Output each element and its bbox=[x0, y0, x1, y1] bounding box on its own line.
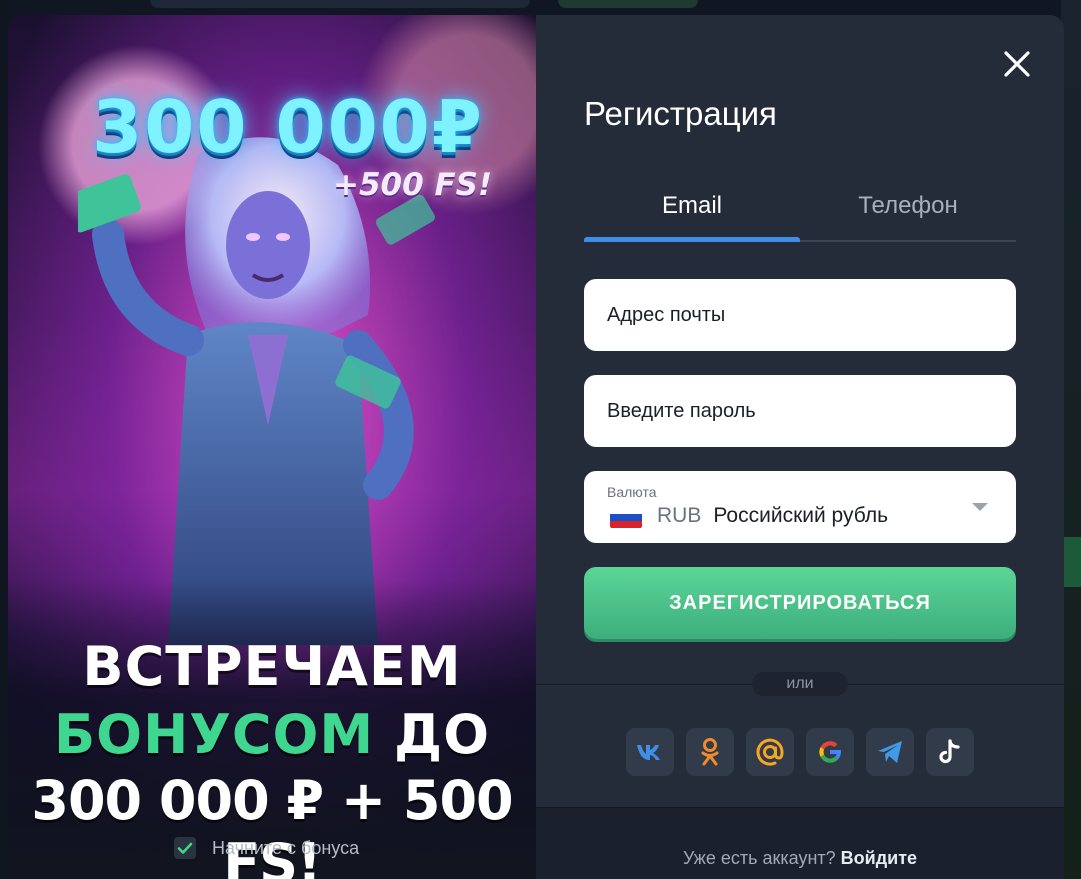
register-button[interactable]: ЗАРЕГИСТРИРОВАТЬСЯ bbox=[584, 567, 1016, 639]
vk-icon bbox=[637, 745, 660, 760]
mail-ru-icon bbox=[756, 738, 784, 766]
promo-headline-bonus-word: БОНУСОМ bbox=[54, 703, 375, 766]
mail-ru-login-button[interactable] bbox=[746, 728, 794, 776]
currency-code: RUB bbox=[657, 504, 702, 527]
promo-free-spins: +500 FS! bbox=[333, 167, 493, 203]
chevron-down-icon bbox=[972, 503, 988, 511]
currency-value: RUB Российский рубль bbox=[610, 504, 888, 528]
promo-banner: 300 000₽ +500 FS! ВСТРЕЧАЕМ БОНУСОМ ДО 3… bbox=[8, 15, 536, 879]
currency-label: Валюта bbox=[607, 484, 657, 500]
russia-flag-icon bbox=[610, 506, 642, 528]
google-login-button[interactable] bbox=[806, 728, 854, 776]
background-header-button bbox=[558, 0, 698, 8]
tab-phone[interactable]: Телефон bbox=[800, 180, 1016, 240]
telegram-login-button[interactable] bbox=[866, 728, 914, 776]
close-button[interactable] bbox=[1002, 49, 1032, 79]
tiktok-login-button[interactable] bbox=[926, 728, 974, 776]
or-separator: или bbox=[752, 672, 848, 696]
promo-amount: 300 000₽ bbox=[92, 85, 484, 169]
promo-headline-line1: ВСТРЕЧАЕМ bbox=[82, 635, 462, 698]
promo-headline-to-word: ДО bbox=[393, 703, 490, 766]
auth-method-tabs: Email Телефон bbox=[584, 180, 1016, 242]
background-green-button bbox=[1063, 537, 1081, 587]
promo-character-illustration bbox=[78, 137, 435, 645]
currency-select[interactable]: Валюта RUB Российский рубль bbox=[584, 471, 1016, 543]
google-icon bbox=[819, 741, 841, 763]
close-icon bbox=[1004, 51, 1030, 77]
promo-headline-line3: 300 000 ₽ + 500 FS! bbox=[31, 769, 513, 879]
checkmark-icon bbox=[177, 842, 193, 854]
registration-modal: 300 000₽ +500 FS! ВСТРЕЧАЕМ БОНУСОМ ДО 3… bbox=[8, 15, 1064, 879]
promo-headline-line2: БОНУСОМ ДО bbox=[8, 703, 536, 766]
password-field[interactable] bbox=[584, 375, 1016, 447]
vk-login-button[interactable] bbox=[626, 728, 674, 776]
login-prompt: Уже есть аккаунт? Войдите bbox=[536, 848, 1064, 869]
background-page-right bbox=[1061, 0, 1081, 879]
tab-email[interactable]: Email bbox=[584, 180, 800, 242]
background-header-bar bbox=[150, 0, 530, 8]
tiktok-icon bbox=[939, 739, 960, 764]
login-footer: Уже есть аккаунт? Войдите bbox=[536, 807, 1064, 879]
email-field-wrapper bbox=[584, 279, 1016, 351]
login-question: Уже есть аккаунт? bbox=[682, 848, 836, 868]
odnoklassniki-login-button[interactable] bbox=[686, 728, 734, 776]
odnoklassniki-icon bbox=[701, 738, 719, 766]
bonus-checkbox-row[interactable]: Начните с бонуса bbox=[174, 837, 359, 859]
currency-name: Российский рубль bbox=[713, 504, 889, 527]
email-field[interactable] bbox=[584, 279, 1016, 351]
login-link[interactable]: Войдите bbox=[841, 848, 917, 868]
bonus-checkbox[interactable] bbox=[174, 837, 196, 859]
password-field-wrapper bbox=[584, 375, 1016, 447]
registration-form: Регистрация Email Телефон Валюта RUB Рос… bbox=[536, 15, 1064, 879]
telegram-icon bbox=[878, 741, 902, 763]
social-login-buttons bbox=[626, 728, 974, 776]
bonus-checkbox-label[interactable]: Начните с бонуса bbox=[212, 838, 359, 859]
form-title: Регистрация bbox=[584, 95, 777, 132]
